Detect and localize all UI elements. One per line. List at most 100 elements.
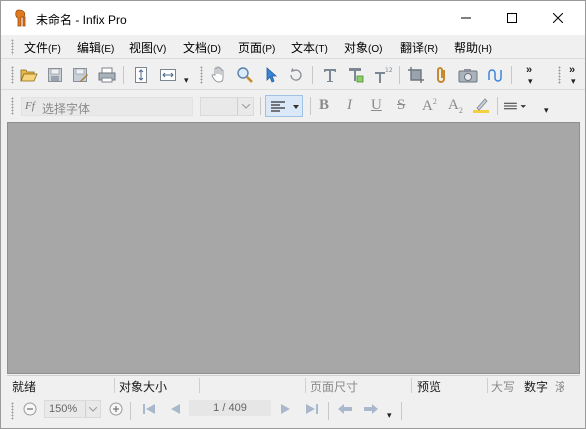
printer-icon — [98, 67, 116, 83]
font-size-select[interactable] — [200, 97, 254, 116]
zoom-level-value: 150% — [49, 403, 78, 415]
caps-lock-indicator: 大写 — [491, 380, 516, 394]
menu-translate[interactable]: 翻译(R) — [400, 39, 438, 56]
toolbar-grip[interactable] — [11, 66, 14, 84]
toolbar-grip[interactable] — [200, 66, 203, 84]
text-numbering-button[interactable]: 123 — [372, 65, 394, 85]
save-as-button[interactable] — [69, 65, 91, 85]
next-page-icon — [281, 404, 290, 414]
open-folder-icon — [20, 69, 38, 82]
superscript-button[interactable]: A2 — [422, 97, 437, 115]
crop-button[interactable] — [405, 65, 427, 85]
underline-button[interactable]: U — [371, 97, 382, 114]
toolbar-separator — [123, 66, 124, 84]
toolbar2-more-chevron-icon[interactable]: » — [569, 64, 575, 76]
status-text: 就绪 — [12, 380, 37, 394]
line-spacing-dropdown[interactable] — [504, 96, 526, 116]
highlight-button[interactable] — [470, 95, 492, 115]
first-page-icon — [143, 404, 155, 414]
snapshot-button[interactable] — [457, 65, 479, 85]
previous-page-button[interactable] — [167, 401, 183, 417]
status-bar: 就绪 对象大小 页面尺寸 预览 大写 数字 滚 — [7, 375, 580, 394]
minimize-button[interactable] — [443, 1, 489, 35]
format-toolbar: Ff 选择字体 B I U S A2 A2 ▾ — [1, 91, 585, 121]
toolbar-grip[interactable] — [11, 402, 14, 420]
menu-edit[interactable]: 编辑(E) — [77, 39, 114, 56]
go-forward-button[interactable] — [363, 401, 379, 417]
menu-document[interactable]: 文档(D) — [183, 39, 221, 56]
strikethrough-button[interactable]: S — [397, 97, 405, 114]
font-placeholder: 选择字体 — [42, 102, 91, 116]
page-indicator[interactable]: 1 / 409 — [189, 400, 271, 416]
text-tool-button[interactable] — [319, 65, 341, 85]
print-button[interactable] — [96, 65, 118, 85]
save-button[interactable] — [44, 65, 66, 85]
zoom-out-button[interactable] — [22, 401, 38, 417]
status-separator — [487, 378, 488, 393]
title-bar: 未命名 - Infix Pro — [1, 1, 585, 35]
subscript-button[interactable]: A2 — [448, 97, 463, 115]
toolbar-overflow-dropdown[interactable]: ▾ — [184, 75, 189, 86]
toolbar-separator — [399, 66, 400, 84]
maximize-button[interactable] — [489, 1, 535, 35]
menu-bar: 文件(F) 编辑(E) 视图(V) 文档(D) 页面(P) 文本(T) 对象(O… — [1, 35, 585, 59]
font-icon: Ff — [25, 100, 35, 112]
attachment-button[interactable] — [431, 65, 453, 85]
object-size-label: 对象大小 — [119, 380, 168, 394]
paperclip-icon — [437, 67, 445, 83]
bold-button[interactable]: B — [319, 97, 329, 114]
go-back-button[interactable] — [337, 401, 353, 417]
menu-text[interactable]: 文本(T) — [291, 39, 328, 56]
app-window: 未命名 - Infix Pro 文件(F) 编辑(E) 视图(V) 文档(D) … — [0, 0, 586, 429]
menubar-grip[interactable] — [11, 39, 14, 55]
fit-page-button[interactable] — [130, 65, 152, 85]
menu-view[interactable]: 视图(V) — [129, 39, 166, 56]
menu-help[interactable]: 帮助(H) — [454, 39, 492, 56]
rotate-button[interactable] — [285, 65, 307, 85]
nav-toolbar-overflow-dropdown[interactable]: ▾ — [387, 410, 392, 421]
status-separator — [411, 378, 412, 393]
menu-file[interactable]: 文件(F) — [24, 39, 61, 56]
navigation-toolbar: 150% 1 / 409 ▾ — [1, 395, 585, 428]
toolbar-separator — [130, 402, 131, 420]
toolbar-separator — [511, 66, 512, 84]
zoom-in-button[interactable] — [108, 401, 124, 417]
link-button[interactable] — [484, 65, 506, 85]
toolbar-customize-dropdown[interactable]: ▾ — [528, 76, 533, 87]
close-button[interactable] — [535, 1, 581, 35]
toolbar-grip[interactable] — [558, 66, 561, 84]
next-page-button[interactable] — [278, 401, 294, 417]
italic-button[interactable]: I — [347, 97, 352, 114]
fit-width-button[interactable] — [157, 65, 179, 85]
toolbar-separator — [310, 97, 311, 115]
document-canvas[interactable] — [7, 122, 580, 374]
align-dropdown-button[interactable] — [265, 95, 303, 117]
select-tool-button[interactable] — [260, 65, 282, 85]
zoom-level-select[interactable]: 150% — [44, 400, 101, 418]
save-as-icon — [73, 68, 88, 82]
toolbar-separator — [260, 97, 261, 115]
font-size-dropdown-arrow[interactable] — [237, 98, 253, 115]
toolbar2-customize-dropdown[interactable]: ▾ — [571, 76, 576, 87]
open-button[interactable] — [18, 65, 40, 85]
menu-object[interactable]: 对象(O) — [344, 39, 382, 56]
text-edit-icon — [349, 68, 364, 83]
zoom-tool-button[interactable] — [234, 65, 256, 85]
align-left-icon — [271, 101, 285, 112]
zoom-dropdown-arrow[interactable] — [85, 401, 100, 417]
previous-page-icon — [171, 404, 180, 414]
menu-page[interactable]: 页面(P) — [238, 39, 275, 56]
hand-tool-button[interactable] — [208, 65, 230, 85]
font-family-select[interactable]: Ff 选择字体 — [21, 97, 193, 116]
highlighter-icon — [473, 98, 489, 113]
toolbar-more-chevron-icon[interactable]: » — [526, 64, 532, 76]
last-page-button[interactable] — [304, 401, 320, 417]
toolbar-grip[interactable] — [11, 97, 14, 115]
text-edit-button[interactable] — [345, 65, 367, 85]
format-toolbar-overflow-dropdown[interactable]: ▾ — [544, 105, 549, 116]
minimize-icon — [461, 17, 471, 19]
toolbar-separator — [328, 402, 329, 420]
zoom-out-icon — [23, 402, 37, 416]
first-page-button[interactable] — [141, 401, 157, 417]
toolbar-separator — [401, 402, 402, 420]
